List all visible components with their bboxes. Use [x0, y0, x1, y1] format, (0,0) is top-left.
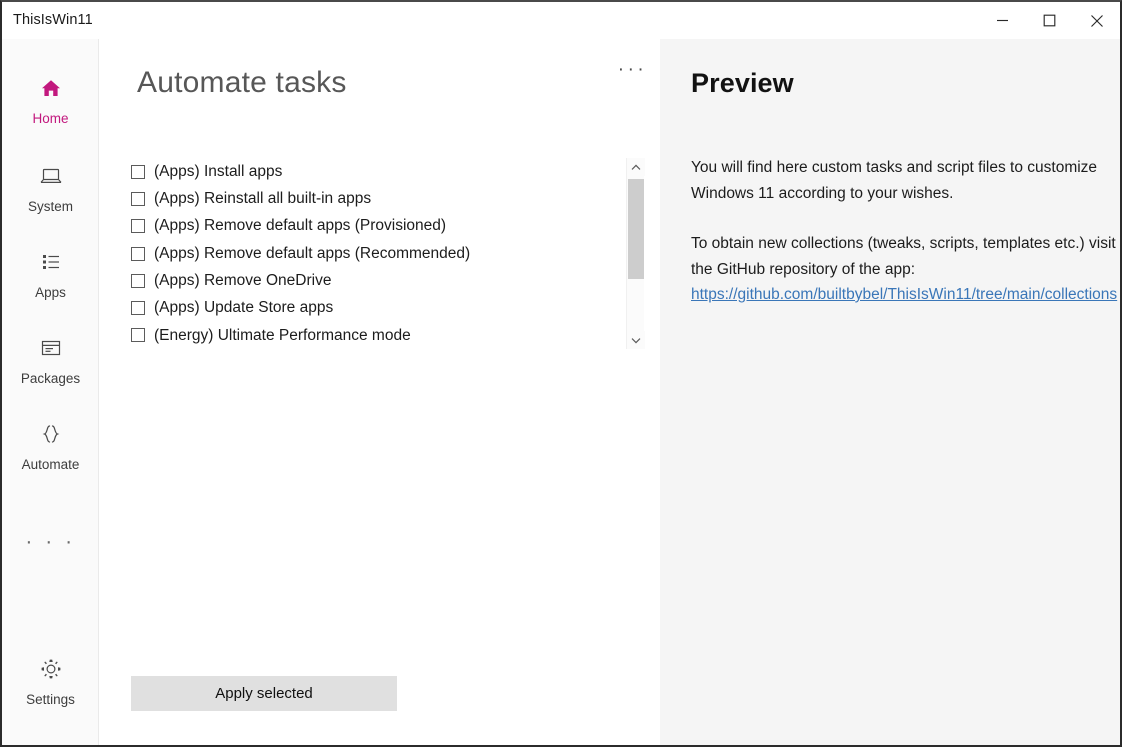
preview-paragraph-2: To obtain new collections (tweaks, scrip…	[691, 231, 1119, 282]
apply-selected-button[interactable]: Apply selected	[131, 676, 397, 711]
sidebar-item-label: Apps	[35, 286, 66, 300]
preview-panel: Preview You will find here custom tasks …	[660, 39, 1120, 745]
sidebar-item-system[interactable]: System	[2, 161, 99, 214]
package-icon	[39, 333, 63, 363]
task-list-item[interactable]: (Energy) Ultimate Performance mode	[130, 322, 626, 349]
home-icon	[40, 73, 62, 103]
task-label: (Apps) Reinstall all built-in apps	[154, 191, 371, 207]
task-checkbox[interactable]	[131, 192, 145, 206]
task-checkbox[interactable]	[131, 274, 145, 288]
sidebar-item-automate[interactable]: Automate	[2, 419, 99, 472]
task-checkbox[interactable]	[131, 301, 145, 315]
chevron-up-icon	[631, 164, 641, 171]
task-label: (Apps) Remove default apps (Provisioned)	[154, 218, 446, 234]
task-list-item[interactable]: (Apps) Remove OneDrive	[130, 267, 626, 294]
list-icon	[40, 247, 62, 277]
preview-body: You will find here custom tasks and scri…	[691, 155, 1119, 308]
sidebar-item-more[interactable]: · · ·	[2, 526, 99, 556]
gear-icon	[39, 654, 63, 684]
sidebar-item-label: Settings	[26, 693, 75, 707]
sidebar-item-home[interactable]: Home	[2, 73, 99, 126]
task-checkbox[interactable]	[131, 219, 145, 233]
task-list-item[interactable]: (Apps) Remove default apps (Recommended)	[130, 240, 626, 267]
ellipsis-icon: · · ·	[25, 526, 75, 556]
chevron-down-icon	[631, 337, 641, 344]
close-icon	[1090, 14, 1104, 28]
braces-icon	[39, 419, 63, 449]
task-label: (Apps) Remove default apps (Recommended)	[154, 246, 470, 262]
task-list-scrollbar[interactable]	[626, 158, 644, 349]
task-checkbox[interactable]	[131, 165, 145, 179]
sidebar: Home System	[2, 39, 99, 745]
task-label: (Apps) Update Store apps	[154, 300, 333, 316]
preview-spacer	[691, 206, 1119, 231]
sidebar-item-label: Home	[32, 112, 68, 126]
title-bar: ThisIsWin11	[2, 2, 1120, 39]
window-title: ThisIsWin11	[2, 13, 93, 28]
page-title: Automate tasks	[137, 66, 347, 99]
task-list-item[interactable]: (Apps) Update Store apps	[130, 294, 626, 321]
sidebar-item-packages[interactable]: Packages	[2, 333, 99, 386]
maximize-button[interactable]	[1026, 2, 1073, 39]
main-panel: Automate tasks ··· (Apps) Install apps (…	[100, 39, 660, 745]
maximize-icon	[1043, 14, 1056, 27]
window-controls	[979, 2, 1120, 39]
scroll-up-button[interactable]	[627, 158, 645, 176]
task-label: (Apps) Remove OneDrive	[154, 273, 331, 289]
sidebar-item-label: Automate	[22, 458, 80, 472]
minimize-icon	[996, 14, 1009, 27]
sidebar-item-label: Packages	[21, 372, 80, 386]
sidebar-item-settings[interactable]: Settings	[2, 654, 99, 707]
sidebar-item-apps[interactable]: Apps	[2, 247, 99, 300]
sidebar-item-label: System	[28, 200, 73, 214]
task-list-item[interactable]: (Apps) Install apps	[130, 158, 626, 185]
preview-title: Preview	[691, 69, 794, 99]
task-label: (Energy) Ultimate Performance mode	[154, 328, 411, 344]
scroll-down-button[interactable]	[627, 331, 645, 349]
task-list-item[interactable]: (Apps) Remove default apps (Provisioned)	[130, 213, 626, 240]
preview-paragraph-1: You will find here custom tasks and scri…	[691, 155, 1119, 206]
app-window: ThisIsWin11	[0, 0, 1122, 747]
laptop-icon	[39, 161, 63, 191]
scrollbar-thumb[interactable]	[628, 179, 644, 279]
task-checkbox[interactable]	[131, 247, 145, 261]
task-list[interactable]: (Apps) Install apps (Apps) Reinstall all…	[130, 158, 626, 349]
task-label: (Apps) Install apps	[154, 164, 282, 180]
close-button[interactable]	[1073, 2, 1120, 39]
task-list-item[interactable]: (Apps) Reinstall all built-in apps	[130, 185, 626, 212]
task-list-container: (Apps) Install apps (Apps) Reinstall all…	[130, 158, 650, 349]
overflow-menu-button[interactable]: ···	[610, 53, 652, 85]
minimize-button[interactable]	[979, 2, 1026, 39]
task-checkbox[interactable]	[131, 328, 145, 342]
github-collections-link[interactable]: https://github.com/builtbybel/ThisIsWin1…	[691, 286, 1117, 303]
